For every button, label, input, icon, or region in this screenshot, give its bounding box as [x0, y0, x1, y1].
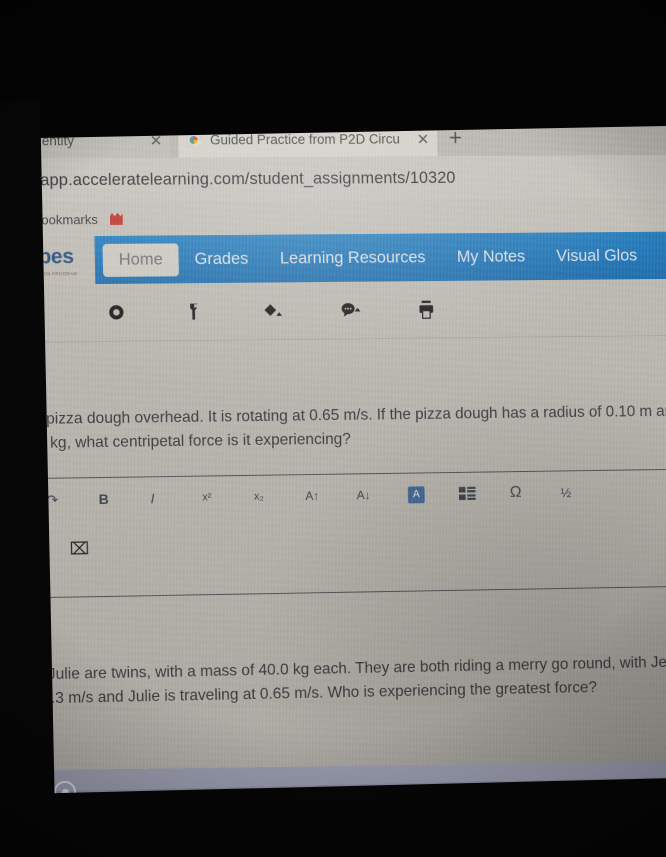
nav-item-learning-resources[interactable]: Learning Resources: [264, 241, 442, 275]
text-color-icon[interactable]: A: [407, 486, 459, 504]
close-icon[interactable]: ✕: [417, 130, 430, 148]
question-3-block: QUESTION 3 Jessica and Julie are twins, …: [0, 612, 666, 714]
question-3-label: QUESTION 3: [0, 612, 666, 641]
assignment-content: QUESTION 2 Tony twirls a pizza dough ove…: [0, 335, 666, 714]
text-color-glyph: A: [407, 486, 425, 504]
question-2-label: QUESTION 2: [0, 357, 666, 381]
photo-of-laptop-screen: ications | RapidIdentity ✕ Guided Practi…: [0, 0, 666, 857]
browser-toolbar: app.acceleratelearning.com/student_assig…: [0, 154, 666, 204]
translate-icon[interactable]: [340, 301, 417, 319]
question-2-text: Tony twirls a pizza dough overhead. It i…: [0, 402, 666, 453]
question-3-text: Jessica and Julie are twins, with a mass…: [0, 653, 666, 710]
italic-icon[interactable]: I: [150, 490, 202, 507]
superscript-icon[interactable]: x²: [202, 491, 254, 504]
special-character-icon[interactable]: Ω: [510, 484, 561, 503]
nav-item-visual-glossary[interactable]: Visual Glos: [540, 239, 653, 272]
red-bookmark-icon[interactable]: [110, 213, 123, 225]
laptop-screen: ications | RapidIdentity ✕ Guided Practi…: [0, 115, 666, 794]
text-color-icon[interactable]: [263, 302, 340, 320]
bezel-top: [0, 0, 666, 140]
highlighter-icon[interactable]: [185, 301, 263, 321]
subscript-icon[interactable]: x₂: [254, 490, 306, 503]
bold-icon[interactable]: B: [98, 491, 150, 507]
main-navigation: Home Grades Learning Resources My Notes …: [94, 231, 666, 285]
redo-icon[interactable]: ↷: [46, 491, 98, 509]
nav-item-grades[interactable]: Grades: [178, 242, 264, 276]
increase-text-icon[interactable]: A↑: [305, 489, 357, 503]
bookmarks-bar: yton.k12.ga.us bookmarks: [0, 197, 666, 238]
mouse-cursor-ibeam: ⌧: [69, 539, 90, 559]
address-bar[interactable]: app.acceleratelearning.com/student_assig…: [15, 168, 456, 191]
app-header: STEMscopes A RICE UNIVERSITY K-12 STEM E…: [0, 231, 666, 286]
nav-item-home[interactable]: Home: [102, 242, 179, 277]
decrease-text-icon[interactable]: A↓: [357, 488, 408, 502]
nav-item-my-notes[interactable]: My Notes: [441, 240, 541, 273]
question-2-block: QUESTION 2 Tony twirls a pizza dough ove…: [0, 357, 666, 600]
print-icon[interactable]: [417, 299, 494, 320]
contrast-icon[interactable]: [108, 303, 186, 321]
fraction-icon[interactable]: ½: [560, 484, 611, 500]
table-icon[interactable]: [458, 486, 510, 501]
editor-toolbar: ↶ ↷ B I x² x₂ A↑ A↓ A: [0, 470, 666, 522]
accessibility-toolbar: A a: [0, 278, 666, 344]
url-text: app.acceleratelearning.com/student_assig…: [39, 168, 456, 189]
answer-editor[interactable]: ↶ ↷ B I x² x₂ A↑ A↓ A: [0, 468, 666, 600]
